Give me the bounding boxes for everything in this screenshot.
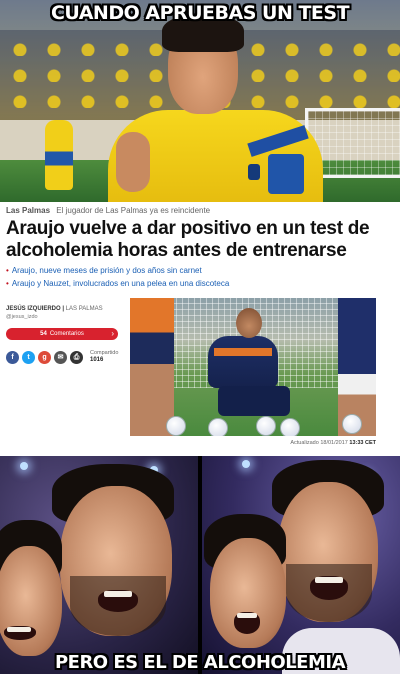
club-selfie-left: [0, 456, 198, 674]
club-selfie-right: [202, 456, 400, 674]
share-count: 1016: [90, 357, 104, 363]
facebook-share-icon[interactable]: f: [6, 350, 19, 364]
bullet-icon: •: [6, 279, 9, 288]
section-label[interactable]: Las Palmas: [6, 206, 50, 215]
author-line: JESÚS IZQUIERDO | LAS PALMAS: [6, 306, 103, 312]
article-kicker: Las Palmas El jugador de Las Palmas ya e…: [6, 206, 210, 215]
share-bar: f t g ✉ ⎙ Compartido 1016: [6, 350, 118, 364]
football-icon: [166, 416, 186, 436]
byline: JESÚS IZQUIERDO | LAS PALMAS @jesus_izdo: [6, 306, 126, 320]
kicker-text: El jugador de Las Palmas ya es reinciden…: [56, 206, 211, 215]
player-legs: [218, 386, 290, 416]
share-label: Compartido: [90, 350, 119, 356]
teeth: [237, 613, 257, 618]
comments-label: Comentarios: [49, 331, 84, 337]
related-link[interactable]: • Araujo, nueve meses de prisión y dos añ…: [6, 264, 396, 277]
man-face-smiling: [0, 546, 62, 656]
updated-timestamp: Actualizado 18/01/2017 13:33 CET: [130, 440, 376, 446]
bullet-icon: •: [6, 266, 9, 275]
article-headline: Araujo vuelve a dar positivo en un test …: [6, 218, 370, 261]
football-icon: [342, 414, 362, 434]
club-light: [20, 462, 28, 470]
bottom-photos: [0, 456, 400, 674]
updated-time: 13:33 CET: [349, 440, 376, 446]
player-head: [236, 308, 262, 338]
share-counter: Compartido 1016: [90, 350, 118, 364]
updated-label: Actualizado: [290, 440, 319, 446]
thumbs-up-hand: [116, 132, 150, 192]
related-link-text[interactable]: Araujo, nueve meses de prisión y dos año…: [12, 266, 202, 275]
seated-player: [208, 308, 298, 428]
updated-date: 18/01/2017: [320, 440, 348, 446]
teeth: [7, 627, 31, 632]
related-link[interactable]: • Araujo y Nauzet, involucrados en una pe…: [6, 277, 396, 290]
author-location: LAS PALMAS: [65, 306, 103, 312]
related-links: • Araujo, nueve meses de prisión y dos añ…: [6, 264, 396, 290]
twitter-share-icon[interactable]: t: [22, 350, 35, 364]
related-link-text[interactable]: Araujo y Nauzet, involucrados en una pel…: [12, 279, 229, 288]
top-photo-player-thumbs-up: [0, 0, 400, 202]
club-crest: [248, 164, 260, 180]
comments-button[interactable]: 54 Comentarios ›: [6, 328, 118, 340]
author-handle[interactable]: @jesus_izdo: [6, 314, 126, 320]
club-light: [242, 460, 250, 468]
email-share-icon[interactable]: ✉: [54, 350, 67, 364]
meme-top-caption: CUANDO APRUEBAS UN TEST: [50, 2, 350, 24]
article-photo-player-sitting: [130, 298, 376, 436]
teeth: [315, 577, 343, 583]
football-icon: [256, 416, 276, 436]
orange-stripe: [214, 348, 272, 356]
comments-count: 54: [40, 331, 47, 337]
chevron-right-icon: ›: [111, 329, 114, 338]
football-icon: [208, 418, 228, 436]
jersey-sponsor-patch: [268, 154, 304, 194]
background-player: [45, 120, 73, 190]
football-icon: [280, 418, 300, 436]
meme-bottom-caption: PERO ES EL DE ALCOHOLEMIA: [54, 652, 346, 673]
print-share-icon[interactable]: ⎙: [70, 350, 83, 364]
teeth: [104, 591, 132, 597]
google-plus-share-icon[interactable]: g: [38, 350, 51, 364]
news-article: Las Palmas El jugador de Las Palmas ya e…: [0, 202, 400, 454]
player-figure: [98, 14, 323, 202]
author-name[interactable]: JESÚS IZQUIERDO: [6, 306, 61, 312]
teammate-left: [130, 298, 174, 436]
navy-jersey: [208, 336, 278, 388]
